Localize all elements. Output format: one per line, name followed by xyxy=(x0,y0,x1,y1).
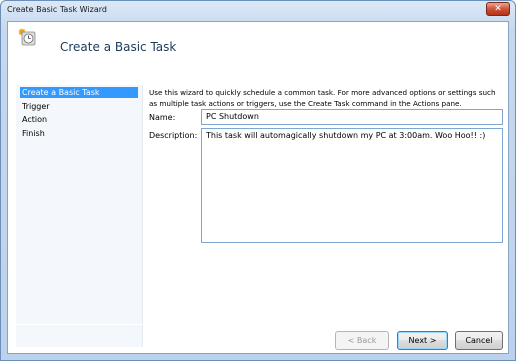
footer-divider xyxy=(8,324,508,325)
window-title: Create Basic Task Wizard xyxy=(7,5,107,14)
step-finish[interactable]: Finish xyxy=(20,128,138,139)
wizard-body: Create a Basic Task Create a Basic Task … xyxy=(7,21,509,354)
intro-text: Use this wizard to quickly schedule a co… xyxy=(149,88,496,108)
description-label: Description: xyxy=(149,131,198,140)
step-action[interactable]: Action xyxy=(20,114,138,125)
wizard-header: Create a Basic Task xyxy=(8,22,508,79)
step-trigger[interactable]: Trigger xyxy=(20,101,138,112)
name-label: Name: xyxy=(149,113,176,122)
wizard-steps-panel: Create a Basic Task Trigger Action Finis… xyxy=(16,85,143,347)
page-title: Create a Basic Task xyxy=(60,40,177,54)
close-icon: ✕ xyxy=(494,3,502,14)
title-bar[interactable]: Create Basic Task Wizard ✕ xyxy=(1,1,515,19)
description-field[interactable]: This task will automagically shutdown my… xyxy=(201,128,503,243)
name-field[interactable]: PC Shutdown xyxy=(201,109,503,125)
next-button[interactable]: Next > xyxy=(397,331,448,350)
wizard-window: Create Basic Task Wizard ✕ Create a Basi… xyxy=(0,0,516,361)
close-button[interactable]: ✕ xyxy=(486,2,510,16)
step-create-basic-task[interactable]: Create a Basic Task xyxy=(20,87,138,98)
cancel-button[interactable]: Cancel xyxy=(455,331,503,350)
scheduled-task-clock-icon xyxy=(18,28,36,46)
back-button[interactable]: < Back xyxy=(335,331,389,350)
